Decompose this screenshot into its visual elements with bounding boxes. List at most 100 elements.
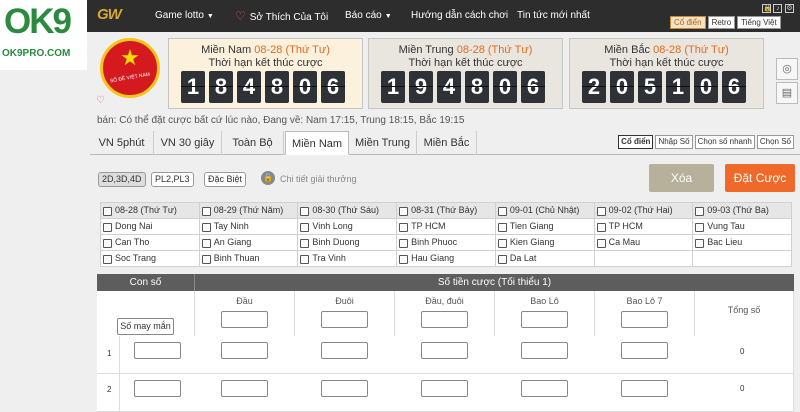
tab-vn-30-giay[interactable]: VN 30 giây — [154, 131, 222, 155]
day-header[interactable]: 08-29 (Thứ Năm) — [198, 202, 299, 219]
checkbox[interactable] — [201, 206, 211, 216]
favorite-heart-icon[interactable]: ♡ — [96, 95, 105, 106]
station-cell[interactable]: Binh Thuan — [198, 250, 299, 267]
station-cell[interactable]: Vung Tau — [692, 218, 792, 235]
station-cell[interactable]: Tay Ninh — [198, 218, 299, 235]
tab-mien-bac[interactable]: Miền Bắc — [417, 131, 477, 155]
checkbox[interactable] — [695, 238, 705, 248]
mode-enter-number-button[interactable]: Nhập Số — [655, 135, 693, 149]
station-cell[interactable]: Dong Nai — [100, 218, 200, 235]
checkbox[interactable] — [695, 222, 705, 232]
clear-button[interactable]: Xóa — [649, 164, 714, 192]
lock-icon[interactable]: 🔒 — [761, 4, 772, 13]
station-cell[interactable]: An Giang — [198, 234, 299, 251]
checkbox[interactable] — [300, 254, 310, 264]
nav-game-lotto[interactable]: Game lotto ▼ — [155, 0, 214, 32]
bao-lo-input[interactable] — [521, 342, 568, 359]
bet-type-dac-biet[interactable]: Đặc Biệt — [204, 172, 247, 187]
tab-vn-5phut[interactable]: VN 5phút — [90, 131, 154, 155]
tab-toan-bo[interactable]: Toàn Bộ — [222, 131, 284, 155]
checkbox[interactable] — [103, 238, 112, 248]
nav-guide[interactable]: Hướng dẫn cách chơi — [411, 0, 508, 32]
station-cell[interactable]: Can Tho — [100, 234, 200, 251]
mode-quick-pick-button[interactable]: Chọn số nhanh — [694, 135, 755, 149]
checkbox[interactable] — [201, 254, 211, 264]
bao-lo-7-input[interactable] — [621, 380, 668, 397]
station-cell[interactable]: Da Lat — [494, 250, 595, 267]
station-cell[interactable]: Tien Giang — [494, 218, 595, 235]
gw-logo[interactable]: GW — [97, 6, 122, 23]
dau-duoi-input[interactable] — [421, 380, 468, 397]
bell-icon[interactable]: ♪ — [773, 4, 783, 13]
day-header[interactable]: 08-30 (Thứ Sáu) — [297, 202, 398, 219]
checkbox[interactable] — [201, 238, 211, 248]
checkbox[interactable] — [596, 222, 606, 232]
checkbox[interactable] — [201, 222, 211, 232]
dau-duoi-input[interactable] — [421, 342, 468, 359]
station-cell[interactable]: TP HCM — [396, 218, 496, 235]
nav-news[interactable]: Tin tức mới nhất — [517, 0, 590, 32]
checkbox[interactable] — [399, 206, 409, 216]
station-cell[interactable]: Binh Phuoc — [396, 234, 496, 251]
dau-duoi-bulk-input[interactable] — [421, 311, 468, 328]
dau-input[interactable] — [221, 342, 268, 359]
bao-lo-7-input[interactable] — [621, 342, 668, 359]
region-box-mien-bac[interactable]: Miền Bắc 08-28 (Thứ Tư) Thời hạn kết thú… — [569, 38, 764, 109]
checkbox[interactable] — [399, 254, 409, 264]
number-input[interactable] — [134, 380, 181, 397]
station-cell[interactable]: TP HCM — [593, 218, 694, 235]
nav-reports[interactable]: Báo cáo ▼ — [345, 0, 392, 32]
globe-icon[interactable]: ◎ — [776, 58, 798, 80]
checkbox[interactable] — [399, 222, 409, 232]
duoi-bulk-input[interactable] — [321, 311, 368, 328]
site-logo[interactable]: OK9 OK9PRO.COM — [0, 0, 87, 70]
checkbox[interactable] — [497, 254, 507, 264]
lucky-number-button[interactable]: Số may mắn — [117, 318, 174, 335]
checkbox[interactable] — [103, 254, 112, 264]
style-retro-button[interactable]: Retro — [707, 16, 736, 29]
station-cell[interactable]: Binh Duong — [297, 234, 398, 251]
dau-input[interactable] — [221, 380, 268, 397]
checkbox[interactable] — [399, 238, 409, 248]
prize-details-link[interactable]: Chi tiết giải thưởng — [280, 174, 356, 184]
checkbox[interactable] — [596, 206, 606, 216]
nav-favorites[interactable]: ♡ Sở Thích Của Tôi — [235, 0, 328, 32]
language-button[interactable]: Tiếng Việt — [737, 16, 781, 29]
settings-icon[interactable]: ⚙ — [785, 4, 794, 13]
checkbox[interactable] — [300, 206, 310, 216]
day-header[interactable]: 09-02 (Thứ Hai) — [593, 202, 694, 219]
bet-type-pl2pl3[interactable]: PL2,PL3 — [151, 172, 194, 187]
checkbox[interactable] — [103, 206, 112, 216]
day-header[interactable]: 08-31 (Thứ Bảy) — [396, 202, 496, 219]
bet-type-2d3d4d[interactable]: 2D,3D,4D — [98, 172, 146, 187]
checkbox[interactable] — [497, 206, 507, 216]
dau-bulk-input[interactable] — [221, 311, 268, 328]
tab-mien-trung[interactable]: Miền Trung — [349, 131, 417, 155]
station-cell[interactable]: Ca Mau — [593, 234, 694, 251]
station-cell[interactable]: Tra Vinh — [297, 250, 398, 267]
number-input[interactable] — [134, 342, 181, 359]
day-header[interactable]: 09-01 (Chủ Nhật) — [494, 202, 595, 219]
tab-mien-nam[interactable]: Miền Nam — [285, 131, 349, 155]
mode-pick-number-button[interactable]: Chọn Số — [756, 135, 794, 149]
station-cell[interactable]: Bac Lieu — [692, 234, 792, 251]
duoi-input[interactable] — [321, 380, 368, 397]
document-icon[interactable]: ▤ — [776, 82, 798, 104]
checkbox[interactable] — [497, 222, 507, 232]
day-header[interactable]: 09-03 (Thứ Ba) — [692, 202, 792, 219]
mode-classic-button[interactable]: Cổ điển — [618, 135, 654, 149]
region-box-mien-nam[interactable]: Miền Nam 08-28 (Thứ Tư) Thời hạn kết thú… — [168, 38, 363, 109]
region-box-mien-trung[interactable]: Miền Trung 08-28 (Thứ Tư) Thời hạn kết t… — [368, 38, 563, 109]
duoi-input[interactable] — [321, 342, 368, 359]
checkbox[interactable] — [300, 238, 310, 248]
station-cell[interactable]: Vinh Long — [297, 218, 398, 235]
checkbox[interactable] — [695, 206, 705, 216]
checkbox[interactable] — [596, 238, 606, 248]
checkbox[interactable] — [300, 222, 310, 232]
station-cell[interactable]: Kien Giang — [494, 234, 595, 251]
checkbox[interactable] — [103, 222, 112, 232]
bao-lo-bulk-input[interactable] — [521, 311, 568, 328]
style-classic-button[interactable]: Cổ điển — [670, 16, 706, 29]
place-bet-button[interactable]: Đặt Cược — [725, 164, 795, 192]
bao-lo-input[interactable] — [521, 380, 568, 397]
